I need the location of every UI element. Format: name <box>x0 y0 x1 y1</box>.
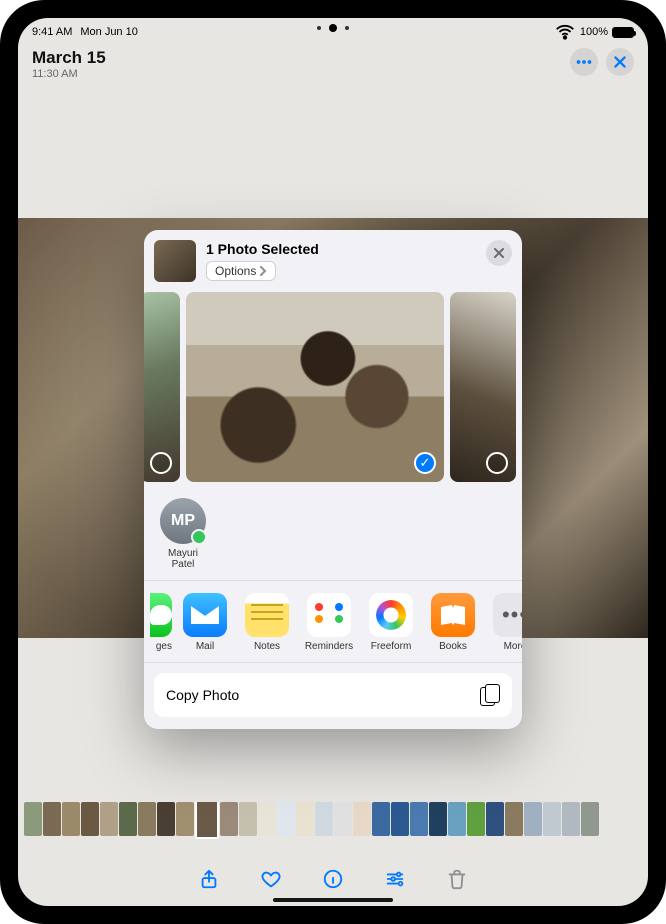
app-label: Books <box>439 641 467 652</box>
share-app-mail[interactable]: Mail <box>176 593 234 652</box>
divider <box>144 580 522 581</box>
share-sheet-close-button[interactable] <box>486 240 512 266</box>
action-label: Copy Photo <box>166 687 239 703</box>
freeform-icon <box>369 593 413 637</box>
app-label: More <box>504 641 522 652</box>
copy-photo-action[interactable]: Copy Photo <box>154 673 512 717</box>
options-label: Options <box>215 264 256 278</box>
contact-suggestion[interactable]: MP Mayuri Patel <box>156 498 210 570</box>
share-sheet: 1 Photo Selected Options M <box>144 230 522 729</box>
carousel-photo[interactable] <box>450 292 516 482</box>
ellipsis-icon: ••• <box>493 593 522 637</box>
share-app-books[interactable]: Books <box>424 593 482 652</box>
notes-icon <box>245 593 289 637</box>
reminders-icon <box>307 593 351 637</box>
share-sheet-title: 1 Photo Selected <box>206 241 319 257</box>
carousel-photo[interactable] <box>144 292 180 482</box>
app-label: Reminders <box>305 641 353 652</box>
app-label: Notes <box>254 641 280 652</box>
airdrop-contacts-row: MP Mayuri Patel <box>144 490 522 576</box>
share-app-reminders[interactable]: Reminders <box>300 593 358 652</box>
close-icon <box>493 247 505 259</box>
share-app-messages[interactable]: ges <box>146 593 172 652</box>
share-options-button[interactable]: Options <box>206 261 276 281</box>
messages-icon <box>150 593 172 637</box>
selected-photo-thumbnail[interactable] <box>154 240 196 282</box>
mail-icon <box>183 593 227 637</box>
share-apps-row: ges Mail Notes Reminders Freeform <box>144 585 522 658</box>
divider <box>144 662 522 663</box>
contact-name: Mayuri Patel <box>156 548 210 570</box>
app-label: Freeform <box>371 641 412 652</box>
copy-icon <box>480 684 500 706</box>
avatar: MP <box>160 498 206 544</box>
app-label: Mail <box>196 641 214 652</box>
app-label: ges <box>156 641 172 652</box>
share-app-freeform[interactable]: Freeform <box>362 593 420 652</box>
carousel-photo-selected[interactable] <box>186 292 444 482</box>
share-photo-carousel[interactable] <box>144 288 522 490</box>
share-app-notes[interactable]: Notes <box>238 593 296 652</box>
books-icon <box>431 593 475 637</box>
messages-badge-icon <box>191 529 207 545</box>
share-app-more[interactable]: ••• More <box>486 593 522 652</box>
chevron-right-icon <box>259 266 267 276</box>
avatar-initials: MP <box>171 512 195 530</box>
